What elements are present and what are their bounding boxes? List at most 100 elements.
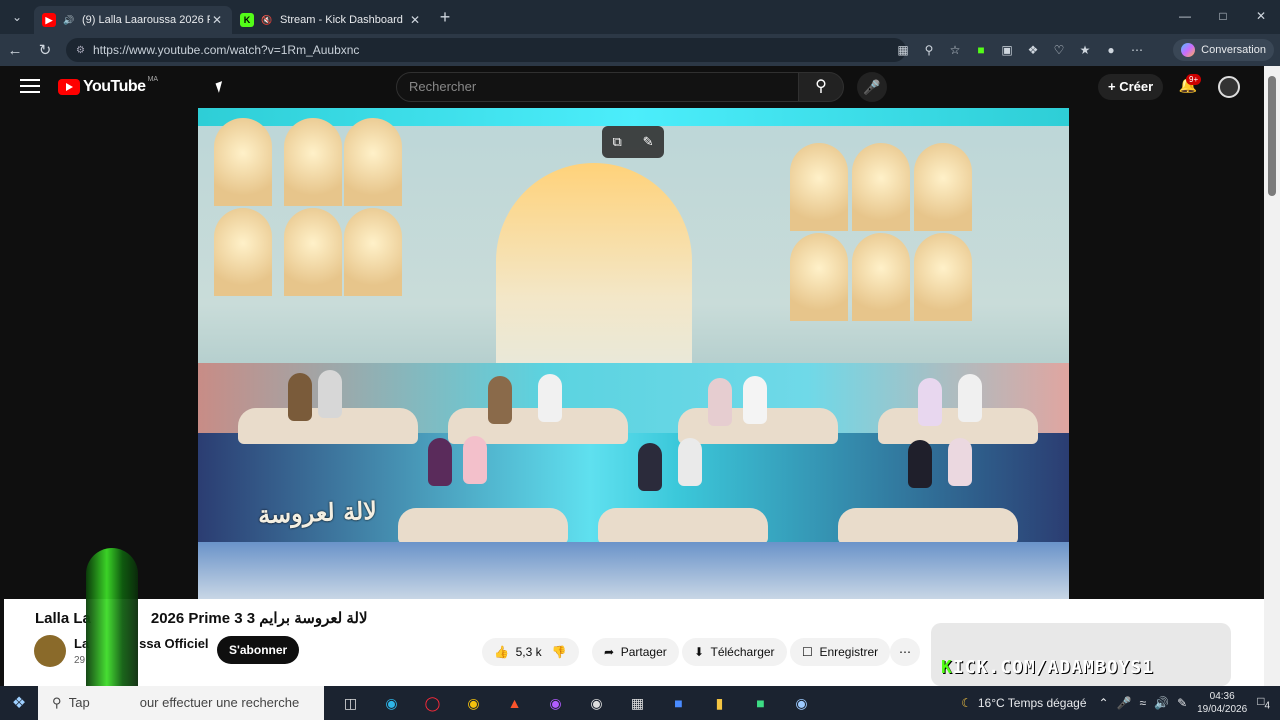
kick-overlay-banner: KICK.COM/ADAMBOYS1: [931, 623, 1231, 686]
system-tray: ☾ 16°C Temps dégagé ⌃ 🎤 ≈ 🔊 ✎ 04:36 19/0…: [961, 686, 1280, 720]
refresh-icon[interactable]: ↻: [30, 41, 60, 59]
zoom-icon[interactable]: ⚲: [916, 43, 942, 57]
messenger-icon[interactable]: ◉: [535, 695, 576, 712]
browser-toolbar: ← ↻ ⚙ https://www.youtube.com/watch?v=1R…: [0, 34, 1280, 66]
search-button[interactable]: ⚲: [798, 72, 844, 102]
like-count: 5,3 k: [515, 645, 542, 659]
store-icon[interactable]: ▦: [617, 695, 658, 712]
brave-icon[interactable]: ▲: [494, 695, 535, 712]
page-scrollbar[interactable]: [1264, 66, 1280, 686]
url-text: https://www.youtube.com/watch?v=1Rm_Auub…: [92, 43, 360, 57]
obs-icon[interactable]: ◉: [576, 695, 617, 712]
tab-actions-chevron-icon[interactable]: ⌄: [0, 0, 34, 34]
taskbar-search[interactable]: ⚲ Tap our effectuer une recherche: [38, 686, 324, 720]
task-view-icon[interactable]: ◫: [330, 695, 371, 712]
like-button[interactable]: 👍 5,3 k 👎: [482, 638, 579, 666]
weather-moon-icon[interactable]: ☾: [961, 696, 972, 710]
download-button[interactable]: ⬇ Télécharger: [682, 638, 787, 666]
close-tab-icon[interactable]: ✕: [408, 13, 422, 27]
sofa: [398, 508, 568, 544]
new-tab-button[interactable]: +: [430, 7, 460, 28]
thumbs-up-icon: 👍: [494, 645, 509, 659]
tray-chevron-icon[interactable]: ⌃: [1099, 696, 1109, 710]
browser-essentials-icon[interactable]: ♡: [1046, 43, 1072, 57]
save-button[interactable]: ☐ Enregistrer: [790, 638, 891, 666]
minimize-icon[interactable]: —: [1166, 0, 1204, 34]
create-button[interactable]: + Créer: [1098, 74, 1164, 100]
clock[interactable]: 04:36 19/04/2026: [1197, 690, 1247, 716]
decor-niche: [344, 208, 402, 296]
video-title: Lalla La 2026 Prime 3 لالة لعروسة برايم 3: [35, 610, 368, 627]
kick-url-text: KICK.COM/ADAMBOYS1: [941, 657, 1155, 678]
scrollbar-thumb[interactable]: [1268, 76, 1276, 196]
site-info-icon[interactable]: ⚙: [76, 45, 85, 56]
volume-icon[interactable]: 🔊: [1154, 696, 1169, 710]
contestant: [428, 438, 452, 486]
back-arrow-icon[interactable]: ←: [0, 42, 30, 59]
steam-icon[interactable]: ◉: [781, 695, 822, 712]
youtube-play-icon: [58, 79, 80, 95]
contestant: [318, 370, 342, 418]
maximize-icon[interactable]: □: [1204, 0, 1242, 34]
decor-niche: [284, 118, 342, 206]
subscribe-button[interactable]: S'abonner: [217, 636, 300, 664]
profile-avatar-icon[interactable]: ●: [1098, 43, 1124, 57]
extensions-puzzle-icon[interactable]: ❖: [1020, 43, 1046, 57]
pen-icon[interactable]: ✎: [1177, 696, 1187, 710]
decor-niche: [914, 233, 972, 321]
game-icon[interactable]: ■: [740, 695, 781, 712]
contestant: [678, 438, 702, 486]
share-icon: ➦: [604, 645, 615, 659]
menu-hamburger-icon[interactable]: [20, 79, 40, 97]
more-actions-icon[interactable]: ⋯: [890, 638, 920, 666]
chrome-icon[interactable]: ◉: [453, 695, 494, 712]
thumbs-down-icon[interactable]: 👎: [552, 645, 567, 659]
youtube-logo[interactable]: YouTube MA: [58, 75, 159, 96]
edge-icon[interactable]: ◉: [371, 695, 412, 712]
split-screen-icon[interactable]: ▦: [890, 43, 916, 57]
tab-kick[interactable]: K 🔇 Stream - Kick Dashboard ✕: [232, 6, 430, 34]
wifi-icon[interactable]: ≈: [1140, 696, 1147, 710]
more-options-icon[interactable]: ⋯: [1124, 43, 1150, 57]
speaker-icon[interactable]: 🔊: [62, 13, 76, 27]
contestant: [948, 438, 972, 486]
screenshot-icon[interactable]: ▣: [994, 43, 1020, 57]
muted-speaker-icon[interactable]: 🔇: [260, 13, 274, 27]
file-explorer-icon[interactable]: ▮: [699, 695, 740, 712]
country-code: MA: [147, 75, 159, 83]
tab-youtube[interactable]: ▶ 🔊 (9) Lalla Laaroussa 2026 Prime 3 ✕: [34, 6, 232, 34]
video-details: Lalla La 2026 Prime 3 لالة لعروسة برايم 3…: [4, 599, 1264, 686]
mic-icon[interactable]: 🎤: [1117, 696, 1132, 710]
address-bar[interactable]: ⚙ https://www.youtube.com/watch?v=1Rm_Au…: [66, 38, 906, 62]
decor-niche: [214, 118, 272, 206]
search-icon: ⚲: [815, 78, 827, 95]
windows-start-icon[interactable]: ❖: [0, 693, 38, 713]
notification-center-icon[interactable]: □4: [1257, 694, 1270, 711]
sofa: [838, 508, 1018, 544]
notes-icon[interactable]: ✎: [643, 134, 654, 150]
contestant: [743, 376, 767, 424]
close-window-icon[interactable]: ✕: [1242, 0, 1280, 34]
search-input[interactable]: Rechercher: [396, 72, 799, 102]
copilot-conversation-button[interactable]: Conversation: [1173, 39, 1274, 61]
decor-niche: [284, 208, 342, 296]
close-tab-icon[interactable]: ✕: [210, 13, 224, 27]
video-player[interactable]: لالة لعروسة ⧉ ✎: [198, 108, 1069, 599]
account-avatar[interactable]: [1218, 76, 1240, 98]
favorite-star-icon[interactable]: ☆: [942, 43, 968, 57]
decor-niche: [790, 233, 848, 321]
contestant: [908, 440, 932, 488]
decor-niche: [214, 208, 272, 296]
app-icon[interactable]: ■: [658, 695, 699, 712]
kick-extension-icon[interactable]: ■: [968, 43, 994, 57]
opera-icon[interactable]: ◯: [412, 695, 453, 712]
weather-text[interactable]: 16°C Temps dégagé: [978, 696, 1087, 710]
channel-avatar[interactable]: [34, 635, 66, 667]
favorites-icon[interactable]: ★: [1072, 43, 1098, 57]
contestant: [288, 373, 312, 421]
sofa: [598, 508, 768, 544]
miniplayer-icon[interactable]: ⧉: [612, 134, 621, 150]
youtube-favicon-icon: ▶: [42, 13, 56, 27]
share-button[interactable]: ➦ Partager: [592, 638, 679, 666]
voice-search-mic-icon[interactable]: 🎤: [857, 72, 887, 102]
